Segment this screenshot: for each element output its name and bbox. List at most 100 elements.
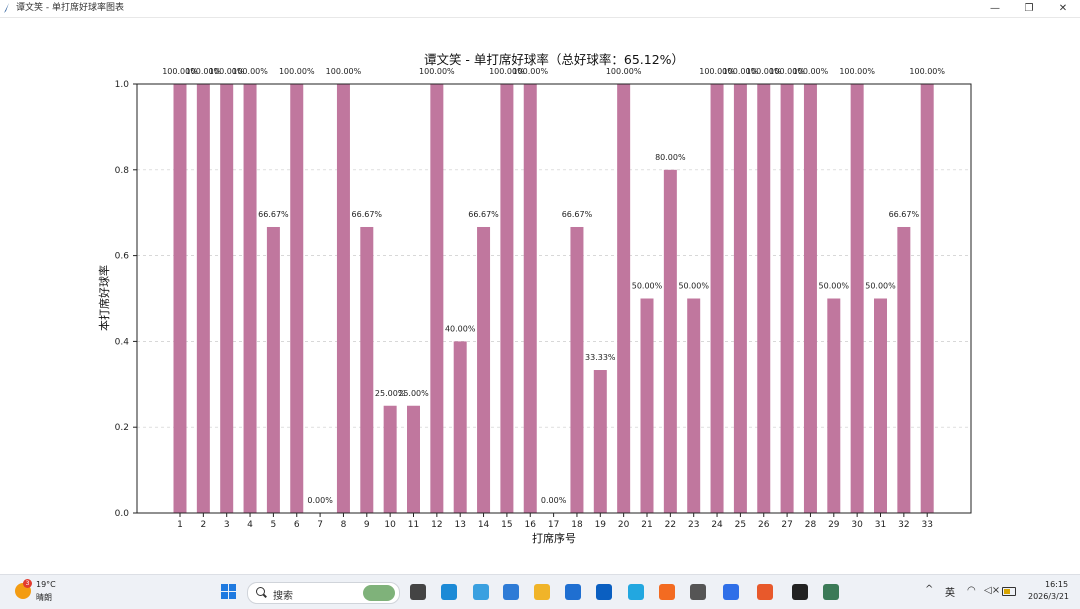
title-bar: 谭文笑 - 单打席好球率图表 — ❐ ✕ (0, 0, 1080, 18)
clock-time[interactable]: 16:15 (1045, 580, 1068, 589)
bar-data-label: 66.67% (468, 210, 499, 219)
hp-icon[interactable] (596, 584, 612, 600)
store-app-icon[interactable] (503, 584, 519, 600)
task-view-icon[interactable] (410, 584, 426, 600)
x-tick-label: 29 (828, 520, 840, 530)
bar (523, 84, 537, 513)
x-tick-label: 26 (758, 520, 770, 530)
x-tick-label: 19 (595, 520, 607, 530)
bar (173, 84, 187, 513)
bar-data-label: 100.00% (326, 67, 362, 76)
x-tick-label: 18 (571, 520, 583, 530)
bar (827, 298, 841, 513)
minimize-button[interactable]: — (980, 0, 1010, 17)
file-explorer-icon[interactable] (534, 584, 550, 600)
app-feather-icon (4, 3, 9, 13)
x-tick-label: 9 (364, 520, 370, 530)
weather-description[interactable]: 晴朗 (36, 592, 52, 603)
bar (453, 341, 467, 513)
bar (500, 84, 514, 513)
bar-data-label: 50.00% (632, 282, 663, 291)
x-tick-label: 20 (618, 520, 630, 530)
search-highlight-image (363, 585, 395, 601)
bar (920, 84, 934, 513)
bar (220, 84, 234, 513)
bar-data-label: 0.00% (541, 496, 567, 505)
close-button[interactable]: ✕ (1048, 0, 1078, 17)
bar (640, 298, 654, 513)
x-tick-label: 3 (224, 520, 230, 530)
weather-temperature[interactable]: 19°C (36, 580, 56, 589)
app-grey-icon[interactable] (690, 584, 706, 600)
y-tick-label: 0.4 (115, 337, 130, 347)
bar (757, 84, 771, 513)
x-tick-label: 4 (247, 520, 253, 530)
bar-data-label: 100.00% (419, 67, 455, 76)
y-tick-label: 0.6 (115, 252, 130, 262)
maximize-button[interactable]: ❐ (1014, 0, 1044, 17)
bar-data-label: 100.00% (279, 67, 315, 76)
x-axis-label: 打席序号 (532, 531, 576, 545)
bar (593, 370, 607, 513)
microsoft-store-icon[interactable] (565, 584, 581, 600)
bilibili-icon[interactable] (628, 584, 644, 600)
chat-app-icon[interactable] (723, 584, 739, 600)
x-tick-label: 12 (431, 520, 442, 530)
terminal-icon[interactable] (792, 584, 808, 600)
bar-data-label: 66.67% (562, 210, 593, 219)
bar-data-label: 100.00% (232, 67, 268, 76)
edge-icon[interactable] (441, 584, 457, 600)
bar-data-label: 50.00% (819, 282, 850, 291)
x-tick-label: 33 (921, 520, 932, 530)
bar-data-label: 100.00% (793, 67, 829, 76)
bar-chart: 100.00% 100.00% 100.00% 100.00% 66.67% 100.00… (97, 52, 972, 545)
start-icon[interactable] (221, 584, 237, 600)
tray-overflow-icon[interactable]: ^ (925, 584, 933, 595)
x-tick-label: 31 (875, 520, 886, 530)
bar (477, 226, 491, 513)
remote-app-icon[interactable] (823, 584, 839, 600)
bar-data-label: 33.33% (585, 353, 616, 362)
search-input[interactable]: 搜索 (247, 582, 400, 604)
y-tick-label: 0.0 (115, 509, 130, 519)
y-tick-label: 1.0 (115, 80, 130, 90)
x-tick-label: 30 (851, 520, 863, 530)
taobao-icon[interactable] (659, 584, 675, 600)
chart-title: 谭文笑 - 单打席好球率（总好球率：65.12%） (424, 52, 684, 67)
bar (360, 226, 374, 513)
bar-data-label: 100.00% (839, 67, 875, 76)
x-tick-label: 8 (341, 520, 347, 530)
edge-beta-icon[interactable] (473, 584, 489, 600)
x-tick-label: 6 (294, 520, 300, 530)
x-tick-label: 17 (548, 520, 559, 530)
bar (733, 84, 747, 513)
volume-icon[interactable]: ◁× (984, 585, 1000, 596)
x-tick-label: 13 (454, 520, 465, 530)
bar (336, 84, 350, 513)
bar-data-label: 40.00% (445, 324, 476, 333)
bar-data-label: 80.00% (655, 153, 686, 162)
clock-date[interactable]: 2026/3/21 (1028, 592, 1069, 601)
bar-data-label: 0.00% (307, 496, 333, 505)
bar-data-label: 66.67% (258, 210, 289, 219)
battery-icon[interactable] (1002, 587, 1016, 596)
bar (663, 169, 677, 514)
bar (710, 84, 724, 513)
bar (803, 84, 817, 513)
x-tick-label: 32 (898, 520, 909, 530)
bar (196, 84, 210, 513)
wifi-icon[interactable]: ◠ (967, 585, 976, 596)
x-tick-label: 2 (200, 520, 206, 530)
bar-data-label: 50.00% (678, 282, 709, 291)
bar (617, 84, 631, 513)
ime-indicator[interactable]: 英 (945, 584, 955, 599)
x-tick-label: 16 (525, 520, 537, 530)
bar (897, 226, 911, 513)
y-axis-label: 本打席好球率 (97, 265, 111, 331)
x-tick-label: 11 (408, 520, 419, 530)
bar-data-label: 50.00% (865, 282, 896, 291)
y-tick-label: 0.2 (115, 423, 129, 433)
plot-frame (136, 83, 972, 514)
bar-data-label: 100.00% (909, 67, 945, 76)
firefox-icon[interactable] (757, 584, 773, 600)
